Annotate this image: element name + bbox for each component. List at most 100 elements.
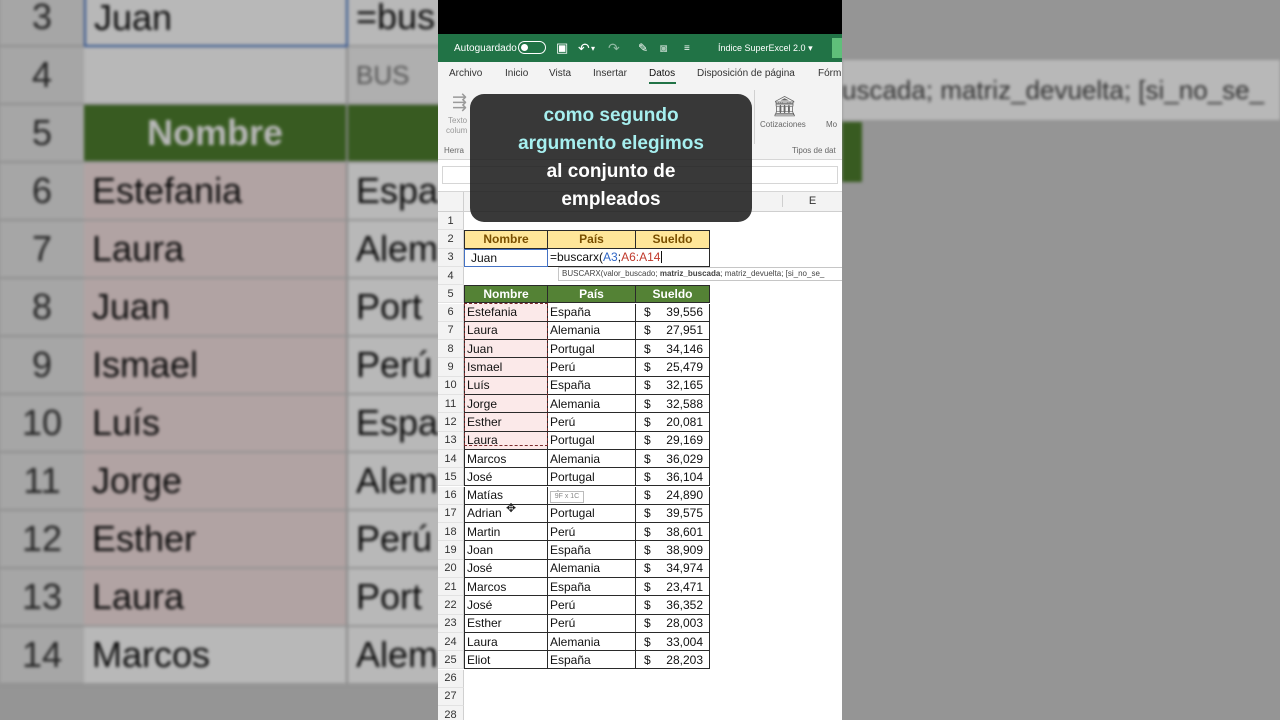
tab-datos[interactable]: Datos — [649, 68, 675, 79]
row-number[interactable]: 11 — [438, 395, 464, 414]
row-number[interactable]: 22 — [438, 596, 464, 615]
row-number[interactable]: 1 — [438, 212, 464, 231]
table-header-pais[interactable]: País — [548, 285, 636, 304]
country-cell[interactable]: Alemania — [548, 395, 636, 414]
tab-insertar[interactable]: Insertar — [593, 68, 627, 79]
row-number[interactable]: 16 — [438, 486, 464, 505]
table-header-nombre[interactable]: Nombre — [464, 285, 548, 304]
name-cell[interactable]: Joan — [464, 541, 548, 560]
country-cell[interactable]: Perú — [548, 596, 636, 615]
table-header-sueldo[interactable]: Sueldo — [636, 285, 710, 304]
name-cell[interactable]: Juan — [464, 340, 548, 359]
salary-cell[interactable]: $28,203 — [636, 651, 710, 670]
row-number[interactable]: 6 — [438, 303, 464, 322]
tab-formulas[interactable]: Fórm — [818, 68, 841, 79]
row-number[interactable]: 3 — [438, 248, 464, 267]
autosave-toggle[interactable] — [518, 41, 546, 54]
country-cell[interactable]: Alemania — [548, 449, 636, 469]
name-cell[interactable]: Marcos — [464, 578, 548, 597]
undo-icon[interactable]: ↶ — [578, 40, 590, 57]
salary-cell[interactable]: $27,951 — [636, 321, 710, 341]
name-cell[interactable]: Estefania — [464, 303, 548, 322]
lookup-header-sueldo[interactable]: Sueldo — [636, 230, 710, 249]
row-number[interactable]: 25 — [438, 651, 464, 670]
row-number[interactable]: 26 — [438, 669, 464, 688]
country-cell[interactable]: España — [548, 303, 636, 322]
lookup-value-cell[interactable]: Juan — [464, 248, 548, 267]
salary-cell[interactable]: $36,029 — [636, 449, 710, 469]
row-number[interactable]: 7 — [438, 321, 464, 341]
row-number[interactable]: 19 — [438, 541, 464, 560]
name-cell[interactable]: Laura — [464, 632, 548, 652]
row-number[interactable]: 2 — [438, 230, 464, 249]
country-cell[interactable]: España — [548, 651, 636, 670]
salary-cell[interactable]: $39,575 — [636, 504, 710, 524]
tab-inicio[interactable]: Inicio — [505, 68, 528, 79]
undo-dropdown-icon[interactable]: ▾ — [591, 44, 595, 53]
row-number[interactable]: 13 — [438, 431, 464, 450]
row-number[interactable]: 23 — [438, 614, 464, 633]
salary-cell[interactable]: $28,003 — [636, 614, 710, 633]
lookup-header-pais[interactable]: País — [548, 230, 636, 249]
row-number[interactable]: 5 — [438, 285, 464, 304]
country-cell[interactable]: España — [548, 578, 636, 597]
country-cell[interactable]: Portugal — [548, 431, 636, 450]
row-number[interactable]: 24 — [438, 632, 464, 652]
country-cell[interactable]: Perú — [548, 523, 636, 542]
tab-archivo[interactable]: Archivo — [449, 68, 482, 79]
name-cell[interactable]: Ismael — [464, 358, 548, 377]
salary-cell[interactable]: $24,890 — [636, 486, 710, 505]
customize-icon[interactable]: ≡ — [684, 43, 690, 54]
salary-cell[interactable]: $36,352 — [636, 596, 710, 615]
salary-cell[interactable]: $29,169 — [636, 431, 710, 450]
name-cell[interactable]: José — [464, 596, 548, 615]
country-cell[interactable]: Alemania — [548, 321, 636, 341]
text-to-columns-icon[interactable]: ⇶ — [452, 92, 467, 113]
save-icon[interactable]: ▣ — [556, 40, 568, 56]
country-cell[interactable]: Perú — [548, 413, 636, 432]
name-cell[interactable]: Laura — [464, 431, 548, 450]
select-all-corner[interactable] — [438, 192, 464, 212]
name-cell[interactable]: Martin — [464, 523, 548, 542]
country-cell[interactable]: Perú — [548, 614, 636, 633]
salary-cell[interactable]: $32,588 — [636, 395, 710, 414]
row-number[interactable]: 21 — [438, 578, 464, 597]
salary-cell[interactable]: $36,104 — [636, 468, 710, 487]
row-number[interactable]: 28 — [438, 706, 464, 720]
redo-icon[interactable]: ↷ — [608, 40, 620, 57]
name-cell[interactable]: José — [464, 468, 548, 487]
salary-cell[interactable]: $25,479 — [636, 358, 710, 377]
row-number[interactable]: 15 — [438, 468, 464, 487]
salary-cell[interactable]: $32,165 — [636, 376, 710, 395]
tab-disposicion[interactable]: Disposición de página — [697, 68, 795, 79]
country-cell[interactable]: España — [548, 376, 636, 395]
salary-cell[interactable]: $34,974 — [636, 559, 710, 578]
row-number[interactable]: 18 — [438, 523, 464, 542]
name-cell[interactable]: Luís — [464, 376, 548, 395]
salary-cell[interactable]: $23,471 — [636, 578, 710, 597]
row-number[interactable]: 14 — [438, 449, 464, 469]
country-cell[interactable]: Portugal — [548, 468, 636, 487]
row-number[interactable]: 20 — [438, 559, 464, 578]
row-number[interactable]: 12 — [438, 413, 464, 432]
column-header-e[interactable]: E — [782, 195, 842, 207]
workbook-title[interactable]: Índice SuperExcel 2.0 ▾ — [718, 43, 813, 54]
name-cell[interactable]: Jorge — [464, 395, 548, 414]
country-cell[interactable]: Portugal — [548, 504, 636, 524]
tooltip-fn[interactable]: BUSCARX(valor_buscado; — [562, 269, 660, 278]
salary-cell[interactable]: $34,146 — [636, 340, 710, 359]
lookup-header-nombre[interactable]: Nombre — [464, 230, 548, 249]
name-cell[interactable]: Esther — [464, 413, 548, 432]
name-cell[interactable]: Marcos — [464, 449, 548, 469]
name-cell[interactable]: Eliot — [464, 651, 548, 670]
brush-icon[interactable]: ✎ — [638, 41, 648, 55]
salary-cell[interactable]: $39,556 — [636, 303, 710, 322]
country-cell[interactable]: Alemania — [548, 559, 636, 578]
tooltip-current-arg[interactable]: matriz_buscada — [660, 269, 720, 278]
salary-cell[interactable]: $33,004 — [636, 632, 710, 652]
name-cell[interactable]: José — [464, 559, 548, 578]
row-number[interactable]: 10 — [438, 376, 464, 395]
salary-cell[interactable]: $38,909 — [636, 541, 710, 560]
search-box-edge[interactable] — [832, 38, 842, 58]
formula-cell[interactable]: =buscarx(A3; A6:A14 — [548, 248, 710, 267]
